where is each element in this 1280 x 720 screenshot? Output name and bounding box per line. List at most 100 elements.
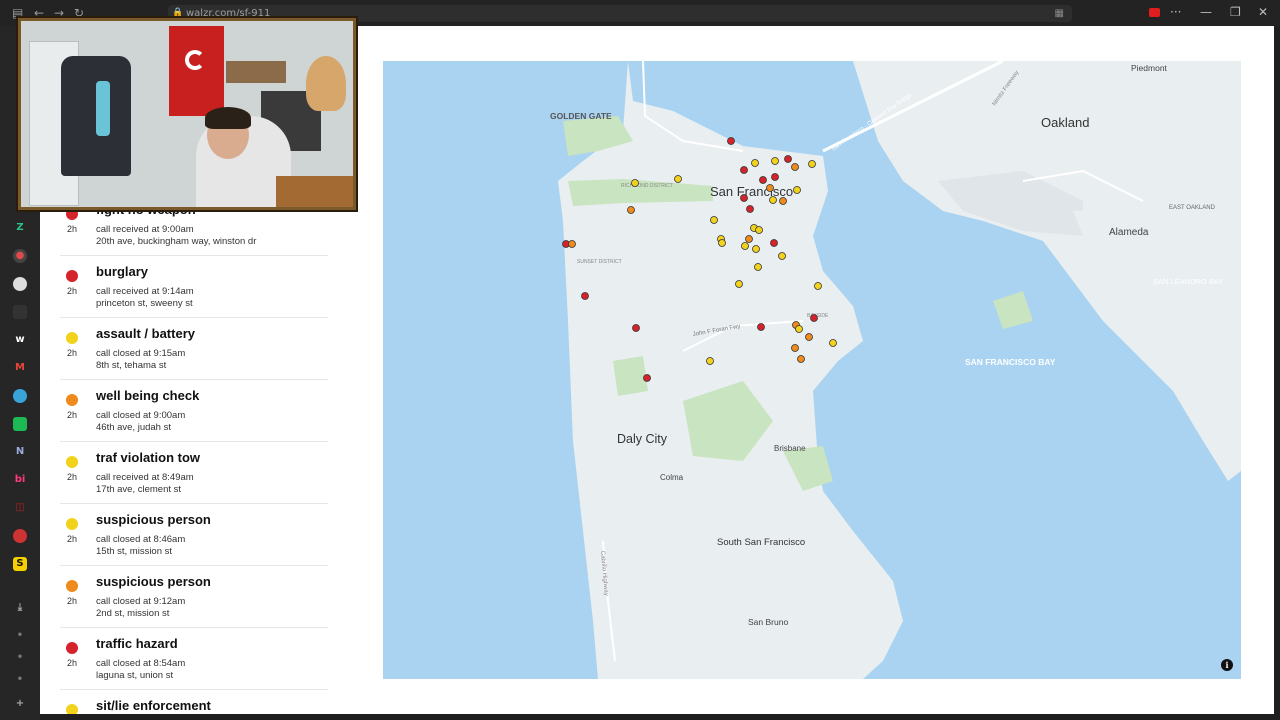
label-brisbane: Brisbane [774, 444, 806, 453]
incident-marker[interactable] [740, 194, 748, 202]
incident-marker[interactable] [754, 263, 762, 271]
app-icon[interactable]: ◫ [13, 501, 27, 515]
incident-title: well being check [96, 388, 200, 403]
record-icon[interactable]: ● [13, 249, 27, 263]
github-icon[interactable] [13, 277, 27, 291]
add-icon[interactable]: + [13, 697, 27, 711]
incident-marker[interactable] [741, 242, 749, 250]
incident-marker[interactable] [791, 344, 799, 352]
incident-marker[interactable] [771, 173, 779, 181]
incident-marker[interactable] [643, 374, 651, 382]
incident-marker[interactable] [766, 184, 774, 192]
incident-marker[interactable] [755, 226, 763, 234]
zed-icon[interactable]: Z [13, 221, 27, 235]
s-icon[interactable]: S [13, 557, 27, 571]
incident-marker[interactable] [751, 159, 759, 167]
list-item[interactable]: 2h burglary call received at 9:14am prin… [60, 256, 328, 318]
incident-marker[interactable] [795, 325, 803, 333]
incident-marker[interactable] [759, 176, 767, 184]
terminal-icon[interactable] [13, 305, 27, 319]
label-piedmont: Piedmont [1131, 63, 1168, 73]
gmail-icon[interactable]: M [13, 361, 27, 375]
map-canvas[interactable]: GOLDEN GATE San Francisco Oakland Piedmo… [383, 61, 1241, 679]
label-san-bruno: San Bruno [748, 617, 788, 627]
incident-marker[interactable] [632, 324, 640, 332]
incident-title: burglary [96, 264, 149, 279]
status-dot [66, 270, 78, 282]
list-item[interactable]: 2h traffic hazard call closed at 8:54am … [60, 628, 328, 690]
incident-marker[interactable] [746, 205, 754, 213]
incident-location: 2nd st, mission st [96, 608, 170, 619]
label-san-francisco: San Francisco [710, 184, 793, 199]
incident-marker[interactable] [778, 252, 786, 260]
incident-marker[interactable] [770, 239, 778, 247]
incident-marker[interactable] [769, 196, 777, 204]
spotify-icon[interactable] [13, 417, 27, 431]
incident-title: assault / battery [96, 326, 195, 341]
incident-marker[interactable] [829, 339, 837, 347]
incident-status: call closed at 8:54am [96, 658, 186, 669]
incident-marker[interactable] [784, 155, 792, 163]
age-label: 2h [67, 534, 78, 544]
list-item[interactable]: sit/lie enforcement [60, 690, 328, 714]
label-daly-city: Daly City [617, 432, 668, 446]
incident-marker[interactable] [779, 197, 787, 205]
incident-map[interactable]: GOLDEN GATE San Francisco Oakland Piedmo… [383, 61, 1241, 679]
incident-marker[interactable] [706, 357, 714, 365]
close-icon[interactable]: ✕ [1258, 5, 1268, 19]
download-icon[interactable]: ⤓ [13, 601, 27, 615]
label-sunset: SUNSET DISTRICT [577, 259, 622, 265]
incident-marker[interactable] [631, 179, 639, 187]
incident-marker[interactable] [740, 166, 748, 174]
incident-marker[interactable] [581, 292, 589, 300]
age-label: 2h [67, 658, 78, 668]
game-icon[interactable] [13, 529, 27, 543]
incident-marker[interactable] [718, 239, 726, 247]
reader-mode-icon[interactable]: ▦ [1055, 5, 1064, 22]
incident-marker[interactable] [797, 355, 805, 363]
maximize-icon[interactable]: ❐ [1230, 5, 1241, 19]
incident-marker[interactable] [745, 235, 753, 243]
incident-marker[interactable] [727, 137, 735, 145]
incident-marker[interactable] [710, 216, 718, 224]
status-dot [66, 518, 78, 530]
dot-icon: • [16, 674, 24, 685]
list-item[interactable]: 2h traf violation tow call received at 8… [60, 442, 328, 504]
label-sf-bay: SAN FRANCISCO BAY [965, 357, 1056, 367]
incident-marker[interactable] [805, 333, 813, 341]
incident-marker[interactable] [791, 163, 799, 171]
list-item[interactable]: 2h well being check call closed at 9:00a… [60, 380, 328, 442]
incident-marker[interactable] [568, 240, 576, 248]
label-san-leandro-bay: SAN LEANDRO BAY [1153, 277, 1223, 286]
webcam-overlay [18, 18, 356, 210]
incident-marker[interactable] [757, 323, 765, 331]
status-dot [66, 580, 78, 592]
incident-marker[interactable] [627, 206, 635, 214]
notion-icon[interactable]: N [13, 445, 27, 459]
incident-marker[interactable] [752, 245, 760, 253]
list-item[interactable]: 2h suspicious person call closed at 9:12… [60, 566, 328, 628]
incident-marker[interactable] [814, 282, 822, 290]
youtube-icon[interactable] [1149, 8, 1160, 17]
list-item[interactable]: 2h suspicious person call closed at 8:46… [60, 504, 328, 566]
bi-icon[interactable]: bi [13, 473, 27, 487]
webcam-bag [96, 81, 110, 136]
minimize-icon[interactable]: — [1200, 5, 1212, 19]
incident-marker[interactable] [771, 157, 779, 165]
info-icon[interactable]: i [1221, 659, 1233, 671]
incident-marker[interactable] [793, 186, 801, 194]
label-colma: Colma [660, 473, 684, 482]
more-icon[interactable]: ··· [1170, 5, 1181, 19]
list-item[interactable]: 2h assault / battery call closed at 9:15… [60, 318, 328, 380]
incident-marker[interactable] [810, 314, 818, 322]
webcam-desk [276, 176, 353, 207]
incident-marker[interactable] [808, 160, 816, 168]
w-icon[interactable]: w [13, 333, 27, 347]
incident-marker[interactable] [674, 175, 682, 183]
incident-marker[interactable] [735, 280, 743, 288]
age-label: 2h [67, 224, 78, 234]
incident-location: laguna st, union st [96, 670, 174, 681]
chrome-icon[interactable] [13, 389, 27, 403]
webcam-shelf [226, 61, 286, 83]
incident-location: 46th ave, judah st [96, 422, 171, 433]
